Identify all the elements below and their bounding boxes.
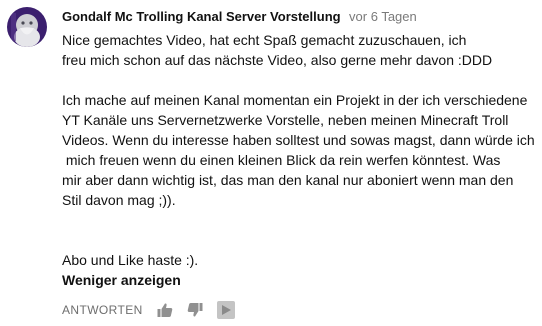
reply-button[interactable]: ANTWORTEN: [62, 303, 143, 317]
comment-header: Gondalf Mc Trolling Kanal Server Vorstel…: [62, 7, 537, 27]
comment-text: Nice gemachtes Video, hat echt Spaß gema…: [62, 32, 535, 268]
timestamp[interactable]: vor 6 Tagen: [349, 9, 417, 24]
comment: Gondalf Mc Trolling Kanal Server Vorstel…: [7, 7, 537, 322]
thumbs-down-icon[interactable]: [187, 302, 203, 318]
show-less-button[interactable]: Weniger anzeigen: [62, 270, 181, 290]
comment-body: Gondalf Mc Trolling Kanal Server Vorstel…: [62, 7, 537, 321]
creator-heart-icon[interactable]: [216, 301, 235, 319]
thumbs-up-icon[interactable]: [157, 302, 173, 318]
comment-actions: ANTWORTEN: [62, 299, 537, 321]
author-name[interactable]: Gondalf Mc Trolling Kanal Server Vorstel…: [62, 9, 341, 24]
avatar[interactable]: [7, 7, 47, 47]
